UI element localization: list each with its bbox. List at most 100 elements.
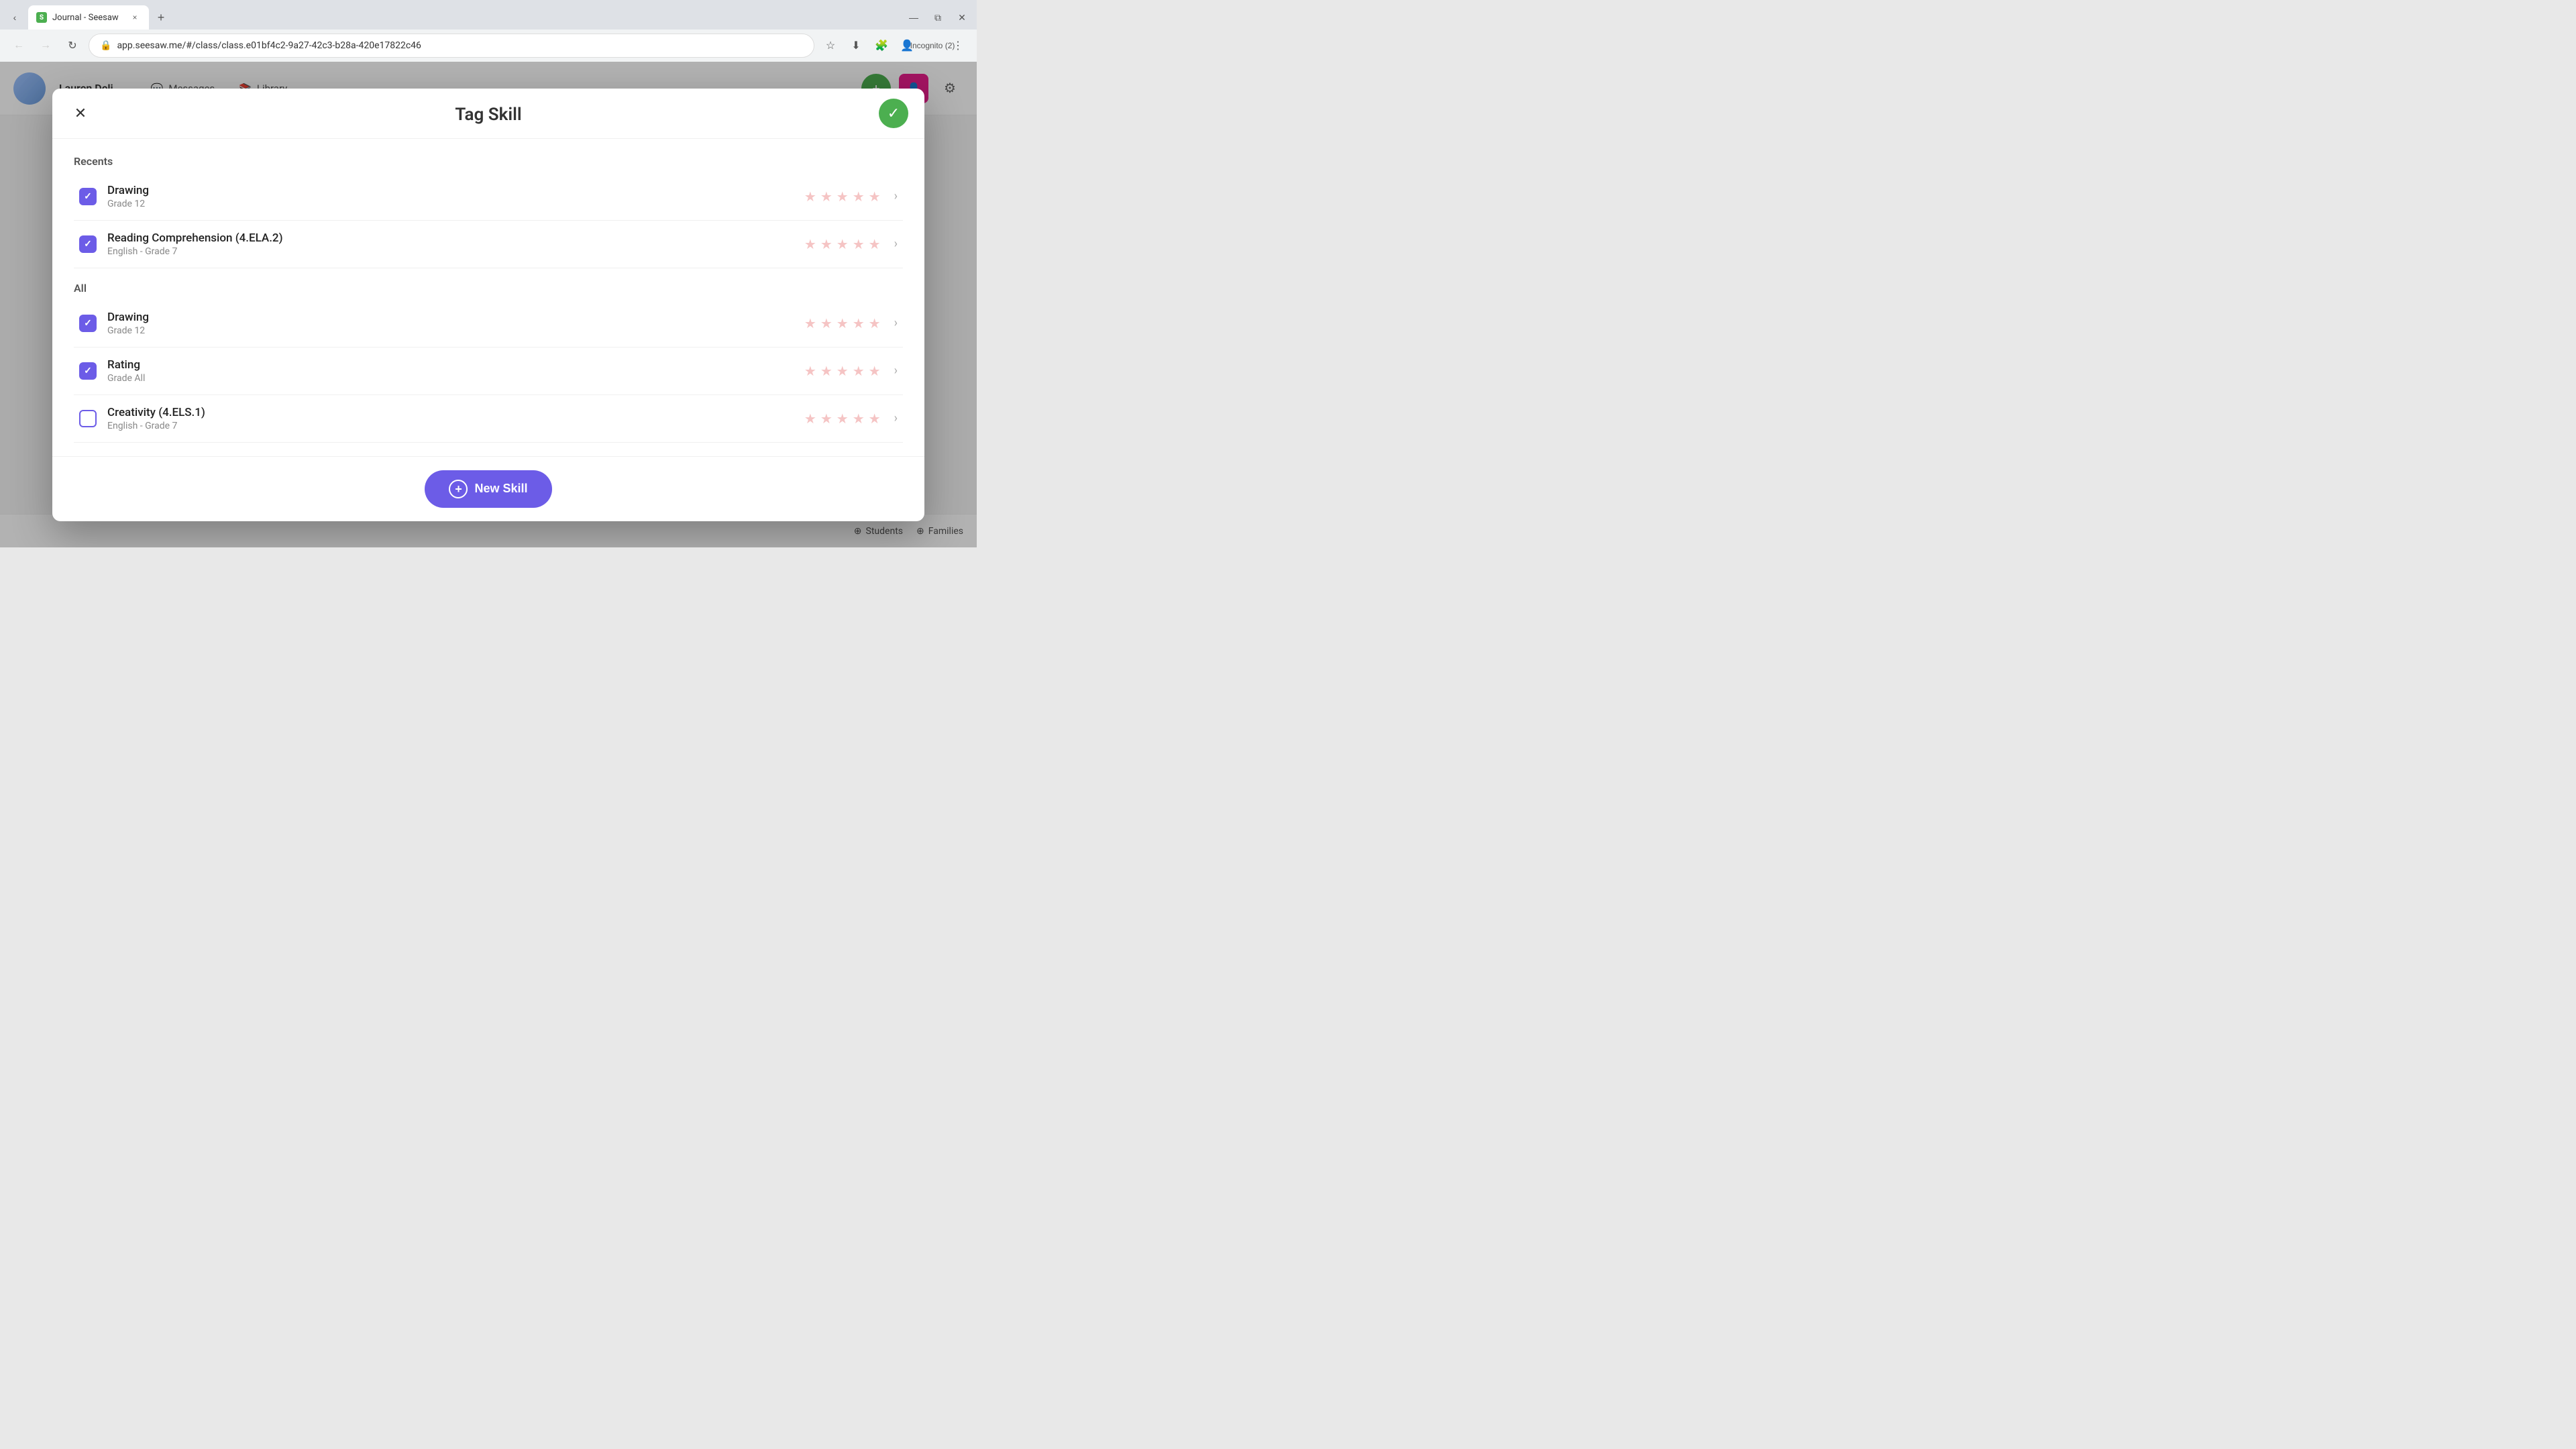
- refresh-icon: ↻: [68, 39, 76, 52]
- skill-name-creativity-all: Creativity (4.ELS.1): [107, 406, 804, 419]
- extensions-button[interactable]: 🧩: [871, 35, 892, 56]
- star-1[interactable]: ★: [804, 236, 816, 252]
- star-4[interactable]: ★: [853, 236, 865, 252]
- star-1[interactable]: ★: [804, 315, 816, 331]
- modal-footer: + New Skill: [52, 456, 924, 521]
- tag-skill-modal: ✕ Tag Skill ✓ Recents ✓ Drawing Grad: [52, 89, 924, 521]
- star-5[interactable]: ★: [869, 411, 881, 427]
- new-skill-button[interactable]: + New Skill: [425, 470, 551, 508]
- chevron-right-icon: ›: [894, 316, 898, 330]
- star-1[interactable]: ★: [804, 363, 816, 379]
- skill-stars-creativity-all: ★ ★ ★ ★ ★: [804, 411, 881, 427]
- skill-checkbox-reading-recent[interactable]: ✓: [79, 235, 97, 253]
- skill-info-reading-recent: Reading Comprehension (4.ELA.2) English …: [107, 231, 804, 257]
- recents-section-label: Recents: [74, 155, 903, 168]
- checkmark-drawing-recent: ✓: [84, 191, 92, 202]
- skill-info-drawing-all: Drawing Grade 12: [107, 311, 804, 336]
- chevron-right-icon: ›: [894, 237, 898, 251]
- modal-title: Tag Skill: [455, 105, 521, 125]
- plus-circle-icon: +: [449, 480, 468, 498]
- star-2[interactable]: ★: [820, 411, 833, 427]
- skill-stars-drawing-all: ★ ★ ★ ★ ★: [804, 315, 881, 331]
- tab-title-text: Journal - Seesaw: [52, 13, 125, 23]
- skill-item-reading-recent[interactable]: ✓ Reading Comprehension (4.ELA.2) Englis…: [74, 221, 903, 268]
- skill-stars-rating-all: ★ ★ ★ ★ ★: [804, 363, 881, 379]
- star-2[interactable]: ★: [820, 236, 833, 252]
- window-close-button[interactable]: ✕: [953, 8, 971, 27]
- modal-close-button[interactable]: ✕: [68, 101, 93, 125]
- skill-checkbox-rating-all[interactable]: ✓: [79, 362, 97, 380]
- skill-stars-drawing-recent: ★ ★ ★ ★ ★: [804, 189, 881, 205]
- star-4[interactable]: ★: [853, 315, 865, 331]
- star-3[interactable]: ★: [837, 236, 849, 252]
- skill-grade-drawing-all: Grade 12: [107, 325, 804, 336]
- more-options-button[interactable]: ⋮: [947, 35, 969, 56]
- checkmark-icon: ✓: [888, 105, 900, 122]
- skill-item-creativity-all[interactable]: Creativity (4.ELS.1) English - Grade 7 ★…: [74, 395, 903, 443]
- forward-button[interactable]: →: [35, 35, 56, 56]
- star-3[interactable]: ★: [837, 315, 849, 331]
- star-2[interactable]: ★: [820, 315, 833, 331]
- skill-item-rating-all[interactable]: ✓ Rating Grade All ★ ★ ★ ★ ★ ›: [74, 347, 903, 395]
- star-4[interactable]: ★: [853, 411, 865, 427]
- incognito-button[interactable]: Incognito (2): [922, 35, 943, 56]
- chevron-right-icon: ›: [894, 189, 898, 203]
- skill-grade-reading-recent: English - Grade 7: [107, 246, 804, 257]
- url-bar[interactable]: 🔒 app.seesaw.me/#/class/class.e01bf4c2-9…: [89, 34, 814, 58]
- skill-item-drawing-all[interactable]: ✓ Drawing Grade 12 ★ ★ ★ ★ ★ ›: [74, 300, 903, 347]
- refresh-button[interactable]: ↻: [62, 35, 83, 56]
- star-3[interactable]: ★: [837, 189, 849, 205]
- skill-name-rating-all: Rating: [107, 358, 804, 372]
- skill-checkbox-drawing-all[interactable]: ✓: [79, 315, 97, 332]
- downloads-button[interactable]: ⬇: [845, 35, 867, 56]
- new-tab-button[interactable]: +: [152, 8, 170, 27]
- tab-favicon: S: [36, 12, 47, 23]
- window-maximize-button[interactable]: ⧉: [928, 8, 947, 27]
- star-3[interactable]: ★: [837, 363, 849, 379]
- star-4[interactable]: ★: [853, 189, 865, 205]
- skill-grade-rating-all: Grade All: [107, 373, 804, 384]
- new-skill-label: New Skill: [474, 482, 527, 496]
- modal-header: ✕ Tag Skill ✓: [52, 89, 924, 139]
- app-background: Lauren Deli 💬 Messages 📚 Library + 👤 ⚙ ✕…: [0, 62, 977, 547]
- star-4[interactable]: ★: [853, 363, 865, 379]
- checkmark-reading-recent: ✓: [84, 239, 92, 250]
- checkmark-rating-all: ✓: [84, 366, 92, 376]
- three-dots-icon: ⋮: [953, 39, 963, 52]
- skill-name-drawing-all: Drawing: [107, 311, 804, 324]
- tab-close-button[interactable]: ×: [129, 11, 141, 23]
- star-5[interactable]: ★: [869, 189, 881, 205]
- back-icon: ←: [13, 40, 24, 52]
- bookmark-button[interactable]: ☆: [820, 35, 841, 56]
- modal-confirm-button[interactable]: ✓: [879, 99, 908, 128]
- skill-checkbox-drawing-recent[interactable]: ✓: [79, 188, 97, 205]
- star-5[interactable]: ★: [869, 315, 881, 331]
- skill-info-creativity-all: Creativity (4.ELS.1) English - Grade 7: [107, 406, 804, 431]
- chevron-right-icon: ›: [894, 364, 898, 378]
- star-2[interactable]: ★: [820, 189, 833, 205]
- chevron-left-icon: ‹: [13, 12, 17, 23]
- skill-name-reading-recent: Reading Comprehension (4.ELA.2): [107, 231, 804, 245]
- active-tab[interactable]: S Journal - Seesaw ×: [28, 5, 149, 30]
- skill-info-rating-all: Rating Grade All: [107, 358, 804, 384]
- window-minimize-button[interactable]: —: [904, 8, 923, 27]
- skill-info-drawing-recent: Drawing Grade 12: [107, 184, 804, 209]
- star-3[interactable]: ★: [837, 411, 849, 427]
- skill-item-drawing-recent[interactable]: ✓ Drawing Grade 12 ★ ★ ★ ★ ★ ›: [74, 173, 903, 221]
- tab-back-btn[interactable]: ‹: [5, 8, 24, 27]
- back-button[interactable]: ←: [8, 35, 30, 56]
- star-1[interactable]: ★: [804, 411, 816, 427]
- star-5[interactable]: ★: [869, 236, 881, 252]
- modal-scroll-area[interactable]: Recents ✓ Drawing Grade 12 ★ ★ ★ ★: [52, 139, 924, 456]
- star-1[interactable]: ★: [804, 189, 816, 205]
- all-section-label: All: [74, 282, 903, 294]
- bookmark-icon: ☆: [826, 39, 835, 52]
- star-5[interactable]: ★: [869, 363, 881, 379]
- lock-icon: 🔒: [100, 40, 111, 51]
- star-2[interactable]: ★: [820, 363, 833, 379]
- skill-stars-reading-recent: ★ ★ ★ ★ ★: [804, 236, 881, 252]
- skill-name-drawing-recent: Drawing: [107, 184, 804, 197]
- forward-icon: →: [40, 40, 51, 52]
- skill-checkbox-creativity-all[interactable]: [79, 410, 97, 427]
- modal-overlay: ✕ Tag Skill ✓ Recents ✓ Drawing Grad: [0, 62, 977, 547]
